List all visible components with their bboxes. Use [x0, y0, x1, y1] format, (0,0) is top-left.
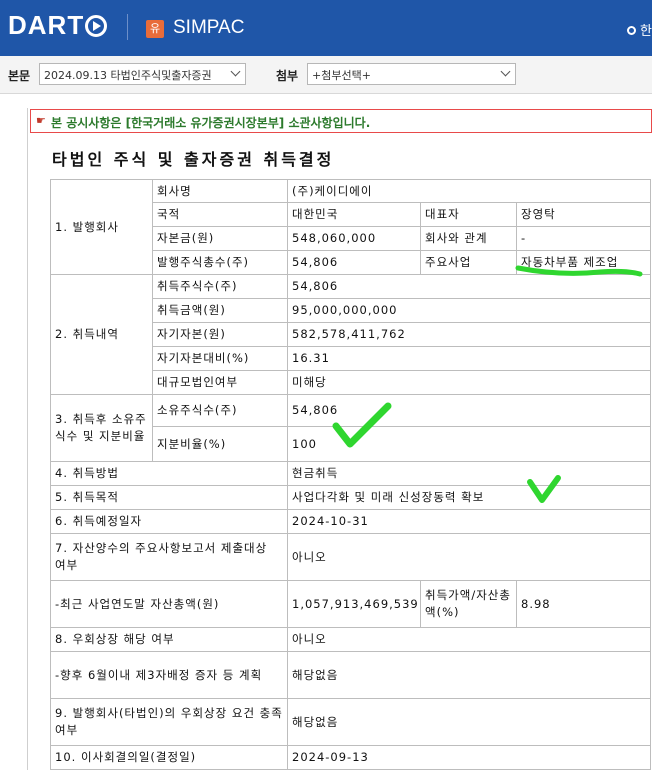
field-value: 장영탁 [515, 202, 652, 227]
field-value: 100 [286, 426, 652, 462]
page-title: 타법인 주식 및 출자증권 취득결정 [52, 150, 335, 169]
field-label: 자본금(원) [152, 226, 288, 251]
field-label: 발행주식총수(주) [152, 250, 288, 275]
chevron-down-icon [500, 66, 511, 77]
main-doc-select-value: 2024.09.13 타법인주식및출자증권 [44, 69, 212, 82]
field-label: 8. 우회상장 해당 여부 [50, 627, 288, 652]
field-label: 회사명 [152, 179, 288, 203]
field-value: 현금취득 [286, 461, 652, 486]
field-value: 사업다각화 및 미래 신성장동력 확보 [286, 485, 652, 510]
field-label: 회사와 관계 [420, 226, 517, 251]
field-label: 10. 이사회결의일(결정일) [50, 745, 288, 770]
field-label: 국적 [152, 202, 288, 227]
field-value: 대한민국 [287, 202, 421, 227]
section-issuer-label: 1. 발행회사 [50, 179, 153, 275]
company-name[interactable]: SIMPAC [173, 17, 244, 39]
field-value: 아니오 [286, 627, 652, 652]
field-label: 소유주식수(주) [152, 394, 288, 427]
header-divider [127, 14, 128, 40]
field-label: 7. 자산양수의 주요사항보고서 제출대상 여부 [50, 533, 288, 581]
attach-select[interactable]: +첨부선택+ [307, 63, 516, 85]
disclosure-table: 1. 발행회사 회사명 (주)케이디에이 국적 대한민국 대표자 장영탁 자본금… [50, 179, 652, 770]
document-content: ☛ 본 공시사항은 [한국거래소 유가증권시장본부] 소관사항입니다. 타법인 … [0, 94, 652, 770]
field-label: 6. 취득예정일자 [50, 509, 288, 534]
field-value: 582,578,411,762 [286, 322, 652, 347]
field-label: 4. 취득방법 [50, 461, 288, 486]
top-header: DART 유 SIMPAC 한 [0, 0, 652, 56]
field-label: 자기자본대비(%) [152, 346, 288, 371]
market-badge: 유 [146, 20, 164, 38]
field-label: 취득금액(원) [152, 298, 288, 323]
field-value: 54,806 [286, 394, 652, 427]
field-value: (주)케이디에이 [286, 179, 652, 203]
logo-play-icon [85, 14, 108, 37]
pointer-arrow-icon: ☛ [36, 114, 46, 127]
field-value: 해당없음 [286, 651, 652, 699]
circle-icon [627, 26, 637, 35]
content-border [27, 108, 28, 770]
field-value: - [515, 226, 652, 251]
logo-text: DART [8, 10, 85, 40]
field-value: 54,806 [287, 250, 421, 275]
field-label: -향후 6월이내 제3자배정 증자 등 계획 [50, 651, 288, 699]
attach-select-value: +첨부선택+ [312, 69, 371, 82]
section-ownership-label: 3. 취득후 소유주식수 및 지분비율 [50, 394, 153, 462]
header-right-text: 한 [640, 24, 652, 39]
field-value: 아니오 [286, 533, 652, 581]
field-value: 1,057,913,469,539 [287, 580, 421, 628]
main-doc-select[interactable]: 2024.09.13 타법인주식및출자증권 [39, 63, 246, 85]
field-value: 16.31 [286, 346, 652, 371]
chevron-down-icon [230, 66, 241, 77]
field-label: 지분비율(%) [152, 426, 288, 462]
dart-logo[interactable]: DART [8, 10, 108, 41]
field-label: -최근 사업연도말 자산총액(원) [50, 580, 288, 628]
field-value: 95,000,000,000 [286, 298, 652, 323]
field-value: 자동차부품 제조업 [515, 250, 652, 275]
notice-banner: ☛ 본 공시사항은 [한국거래소 유가증권시장본부] 소관사항입니다. [30, 109, 652, 133]
field-value: 2024-09-13 [286, 745, 652, 770]
field-label: 주요사업 [420, 250, 517, 275]
field-value: 548,060,000 [287, 226, 421, 251]
field-label: 자기자본(원) [152, 322, 288, 347]
field-label: 대표자 [420, 202, 517, 227]
attach-label: 첨부 [276, 69, 299, 83]
field-label: 대규모법인여부 [152, 370, 288, 395]
field-label: 5. 취득목적 [50, 485, 288, 510]
document-selector-bar: 본문 2024.09.13 타법인주식및출자증권 첨부 +첨부선택+ [0, 56, 652, 94]
field-value: 2024-10-31 [286, 509, 652, 534]
section-acquisition-label: 2. 취득내역 [50, 274, 153, 395]
field-value: 해당없음 [286, 698, 652, 746]
field-label: 취득가액/자산총액(%) [420, 580, 517, 628]
main-doc-label: 본문 [8, 69, 31, 83]
field-value: 54,806 [286, 274, 652, 299]
header-right-menu[interactable]: 한 [627, 20, 652, 39]
field-label: 9. 발행회사(타법인)의 우회상장 요건 충족여부 [50, 698, 288, 746]
field-value: 미해당 [286, 370, 652, 395]
notice-text: 본 공시사항은 [한국거래소 유가증권시장본부] 소관사항입니다. [51, 116, 371, 130]
field-value: 8.98 [515, 580, 652, 628]
field-label: 취득주식수(주) [152, 274, 288, 299]
